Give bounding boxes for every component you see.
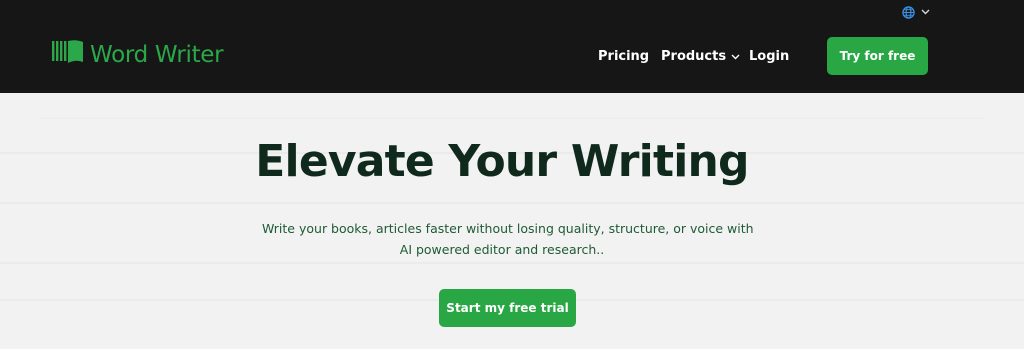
language-selector[interactable]: [902, 5, 930, 19]
nav-pricing-link[interactable]: Pricing: [598, 45, 649, 67]
globe-icon: [902, 5, 915, 19]
start-free-trial-button[interactable]: Start my free trial: [439, 289, 576, 327]
nav-pricing-label: Pricing: [598, 48, 650, 64]
chevron-down-icon: [731, 49, 740, 64]
start-free-trial-label: Start my free trial: [446, 301, 569, 315]
brand-name: Word Writer: [90, 41, 224, 68]
hero-subtitle: Write your books, articles faster withou…: [262, 218, 754, 260]
hero-subtitle-line-1: Write your books, articles faster withou…: [262, 221, 754, 236]
try-for-free-label: Try for free: [839, 49, 916, 63]
nav-products-label: Products: [661, 48, 727, 64]
brand-logo[interactable]: Word Writer: [52, 38, 224, 71]
nav-products-dropdown[interactable]: Products: [661, 45, 740, 67]
chevron-down-icon: [921, 9, 930, 15]
top-navbar: Word Writer Pricing Products Login Try f…: [0, 0, 1024, 93]
nav-login-link[interactable]: Login: [749, 45, 789, 67]
try-for-free-button[interactable]: Try for free: [827, 37, 928, 75]
nav-login-label: Login: [749, 48, 790, 64]
book-pages-icon: [52, 38, 84, 71]
hero-title: Elevate Your Writing: [255, 136, 749, 187]
hero-subtitle-line-2: AI powered editor and research..: [399, 242, 605, 257]
